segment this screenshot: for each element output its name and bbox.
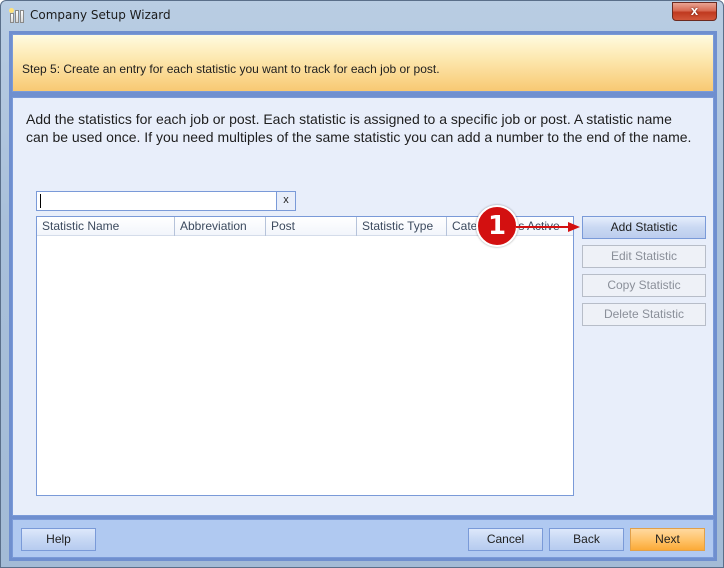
window-title: Company Setup Wizard: [30, 8, 171, 22]
cancel-button[interactable]: Cancel: [468, 528, 543, 551]
delete-statistic-button[interactable]: Delete Statistic: [582, 303, 706, 326]
step-description: Step 5: Create an entry for each statist…: [22, 62, 440, 76]
wizard-client-area: Step 5: Create an entry for each statist…: [9, 31, 717, 561]
close-button[interactable]: x: [672, 2, 717, 21]
text-caret: [40, 194, 41, 208]
column-header-post[interactable]: Post: [265, 217, 356, 236]
step-callout-badge: 1: [476, 205, 518, 247]
copy-statistic-button[interactable]: Copy Statistic: [582, 274, 706, 297]
search-input[interactable]: [36, 191, 277, 211]
app-bar-chart-icon: [9, 8, 25, 24]
clear-search-button[interactable]: x: [276, 191, 296, 211]
add-statistic-button[interactable]: Add Statistic: [582, 216, 706, 239]
callout-arrow-icon: [568, 222, 580, 232]
next-button[interactable]: Next: [630, 528, 705, 551]
title-bar[interactable]: Company Setup Wizard x: [1, 1, 723, 31]
callout-arrow-line: [516, 226, 571, 228]
close-icon: x: [690, 3, 699, 18]
column-header-statistic-name[interactable]: Statistic Name: [37, 217, 174, 236]
wizard-window: Company Setup Wizard x Step 5: Create an…: [0, 0, 724, 568]
wizard-footer: Help Cancel Back Next: [12, 519, 714, 558]
column-header-statistic-type[interactable]: Statistic Type: [356, 217, 446, 236]
column-header-abbreviation[interactable]: Abbreviation: [174, 217, 265, 236]
clear-icon: x: [283, 194, 289, 206]
intro-text: Add the statistics for each job or post.…: [26, 111, 692, 145]
edit-statistic-button[interactable]: Edit Statistic: [582, 245, 706, 268]
content-panel: Add the statistics for each job or post.…: [12, 97, 714, 516]
back-button[interactable]: Back: [549, 528, 624, 551]
step-header: Step 5: Create an entry for each statist…: [12, 34, 714, 92]
statistics-grid[interactable]: Statistic Name Abbreviation Post Statist…: [36, 216, 574, 496]
help-button[interactable]: Help: [21, 528, 96, 551]
